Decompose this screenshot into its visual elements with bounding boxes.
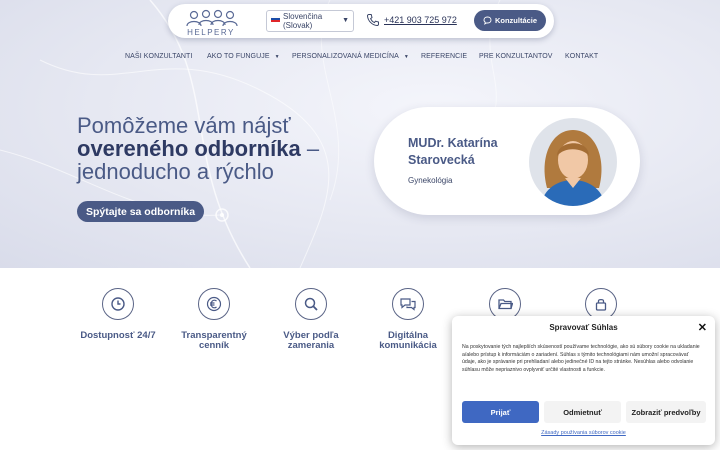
nav-item-nasi-konzultanti[interactable]: NAŠI KONZULTANTI (125, 53, 192, 60)
clock-icon (102, 288, 134, 320)
top-bar: HELPERY Slovenčina (Slovak) ▼ +421 903 7… (168, 4, 554, 38)
hero-headline: Pomôžeme vám nájsť overeného odborníka –… (77, 114, 337, 183)
nav-item-label: PRE KONZULTANTOV (479, 53, 553, 60)
main-navigation: NAŠI KONZULTANTI AKO TO FUNGUJE ▼ PERSONA… (0, 53, 720, 63)
nav-item-kontakt[interactable]: KONTAKT (565, 53, 598, 60)
feature-selection: Výber podľa zamerania (263, 288, 359, 351)
feature-label: Dostupnosť 24/7 (80, 330, 156, 341)
chat-bubble-icon (483, 16, 492, 25)
doctor-card[interactable]: MUDr. Katarína Starovecká Gynekológia (374, 107, 640, 215)
language-select[interactable]: Slovenčina (Slovak) ▼ (266, 10, 354, 32)
close-icon[interactable]: ✕ (698, 321, 707, 334)
caret-down-icon: ▼ (403, 54, 409, 60)
feature-label: Digitálna komunikácia (379, 330, 437, 351)
nav-item-ako-to-funguje[interactable]: AKO TO FUNGUJE ▼ (207, 53, 280, 60)
nav-item-pre-konzultantov[interactable]: PRE KONZULTANTOV (479, 53, 553, 60)
feature-label: Výber podľa zamerania (283, 330, 339, 351)
consultations-button-label: Konzultácie (494, 16, 538, 25)
deny-button[interactable]: Odmietnuť (544, 401, 621, 423)
headline-line-1: Pomôžeme vám nájsť (77, 113, 291, 138)
view-preferences-button[interactable]: Zobraziť predvoľby (626, 401, 706, 423)
nav-item-personalizovana-medicina[interactable]: PERSONALIZOVANÁ MEDICÍNA ▼ (292, 53, 409, 60)
ask-expert-button[interactable]: Spýtajte sa odborníka (77, 201, 204, 222)
language-label: Slovenčina (Slovak) (283, 12, 323, 30)
headline-bold: overeného odborníka (77, 136, 301, 161)
nav-item-label: NAŠI KONZULTANTI (125, 53, 193, 60)
doctor-avatar (529, 118, 617, 206)
phone-icon (366, 14, 379, 27)
feature-pricing: Transparentný cenník (166, 288, 262, 351)
slovak-flag-icon (271, 16, 280, 22)
cookie-dialog-title: Spravovať Súhlas (549, 323, 618, 332)
cookie-consent-dialog: Spravovať Súhlas ✕ Na poskytovanie tých … (452, 316, 715, 445)
feature-communication: Digitálna komunikácia (360, 288, 456, 351)
doctor-specialty: Gynekológia (408, 176, 453, 185)
chat-icon (392, 288, 424, 320)
logo-text: HELPERY (187, 28, 235, 36)
feature-availability: Dostupnosť 24/7 (70, 288, 166, 341)
consultations-button[interactable]: Konzultácie (474, 10, 546, 31)
nav-item-referencie[interactable]: REFERENCIE (421, 53, 467, 60)
search-icon (295, 288, 327, 320)
nav-item-label: REFERENCIE (421, 53, 468, 60)
chevron-down-icon: ▼ (342, 17, 349, 24)
nav-item-label: AKO TO FUNGUJE (207, 53, 270, 60)
phone-link[interactable]: +421 903 725 972 (384, 15, 457, 25)
feature-label: Transparentný cenník (181, 330, 247, 351)
helpery-logo[interactable]: HELPERY (182, 8, 240, 36)
accept-button[interactable]: Prijať (462, 401, 539, 423)
caret-down-icon: ▼ (274, 54, 280, 60)
nav-item-label: PERSONALIZOVANÁ MEDICÍNA (292, 53, 399, 60)
euro-icon (198, 288, 230, 320)
doctor-name: MUDr. Katarína Starovecká (408, 136, 498, 167)
headline-line-3: jednoducho a rýchlo (77, 159, 274, 184)
nav-item-label: KONTAKT (565, 53, 599, 60)
cookie-dialog-text: Na poskytovanie tých najlepších skúsenos… (462, 344, 700, 373)
headline-dash: – (300, 136, 320, 161)
cookie-policy-link[interactable]: Zásady používania súborov cookie (452, 430, 715, 436)
